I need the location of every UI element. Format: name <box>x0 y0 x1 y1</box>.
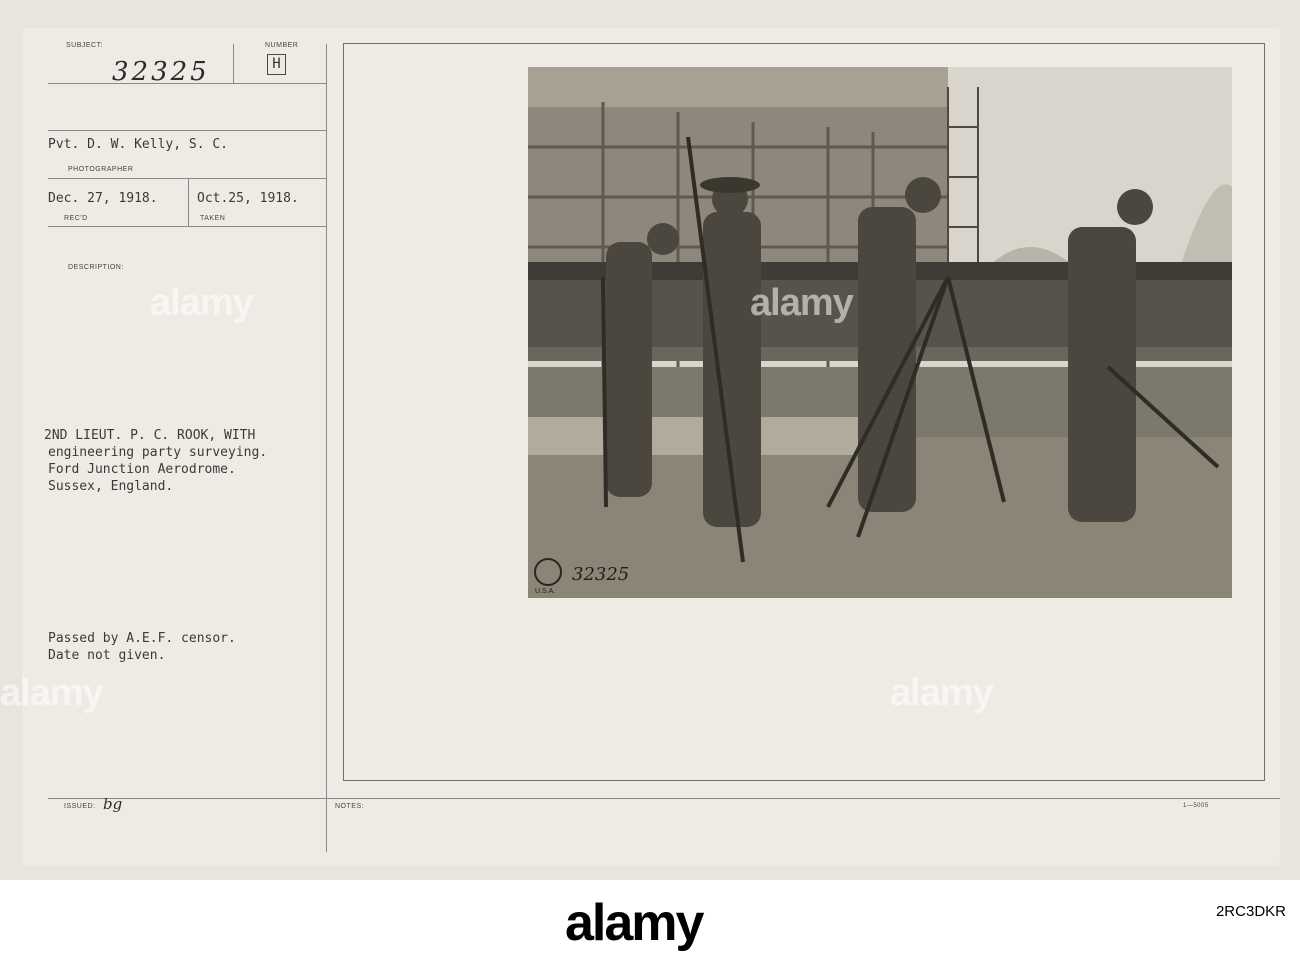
divider <box>188 178 189 226</box>
censor-line: Passed by A.E.F. censor. <box>48 631 236 646</box>
watermark: alamy <box>0 672 104 714</box>
divider <box>48 798 1280 799</box>
image-id: 2RC3DKR <box>1215 903 1286 920</box>
photograph-scene: 32325 U.S.A. <box>528 67 1232 598</box>
archival-photograph: 32325 U.S.A. <box>528 67 1232 598</box>
received-date: Dec. 27, 1918. <box>48 191 158 206</box>
divider <box>48 226 326 227</box>
number-mark: H <box>267 54 286 75</box>
divider <box>233 44 234 84</box>
form-number: 1—5005 <box>1183 803 1209 809</box>
received-label: REC'D <box>64 215 88 222</box>
photo-stamp-text: U.S.A. <box>535 588 555 595</box>
description-line: Ford Junction Aerodrome. <box>48 462 236 477</box>
taken-label: TAKEN <box>200 215 226 222</box>
divider <box>48 178 326 179</box>
number-label: NUMBER <box>265 42 299 49</box>
divider <box>326 44 327 852</box>
photographer-name: Pvt. D. W. Kelly, S. C. <box>48 137 229 152</box>
photographer-label: PHOTOGRAPHER <box>68 166 134 173</box>
description-line: 2ND LIEUT. P. C. ROOK, WITH <box>44 428 256 443</box>
description-label: DESCRIPTION: <box>68 264 124 271</box>
description-line: Sussex, England. <box>48 479 174 494</box>
notes-label: NOTES: <box>335 803 365 810</box>
photo-stamp-number: 32325 <box>572 564 629 585</box>
censor-line: Date not given. <box>48 648 166 663</box>
watermark: alamy <box>890 672 994 714</box>
watermark: alamy <box>150 282 254 324</box>
divider <box>48 130 326 131</box>
taken-date: Oct.25, 1918. <box>197 191 299 206</box>
subject-number: 32325 <box>112 57 210 87</box>
issued-label: ISSUED: <box>64 803 96 810</box>
issued-value: bg <box>103 795 123 813</box>
watermark: alamy <box>750 282 854 324</box>
subject-label: SUBJECT: <box>66 42 104 49</box>
description-line: engineering party surveying. <box>48 445 268 460</box>
alamy-logo: alamy <box>565 894 704 952</box>
archive-card: SUBJECT: NUMBER 32325 H Pvt. D. W. Kelly… <box>0 0 1300 880</box>
